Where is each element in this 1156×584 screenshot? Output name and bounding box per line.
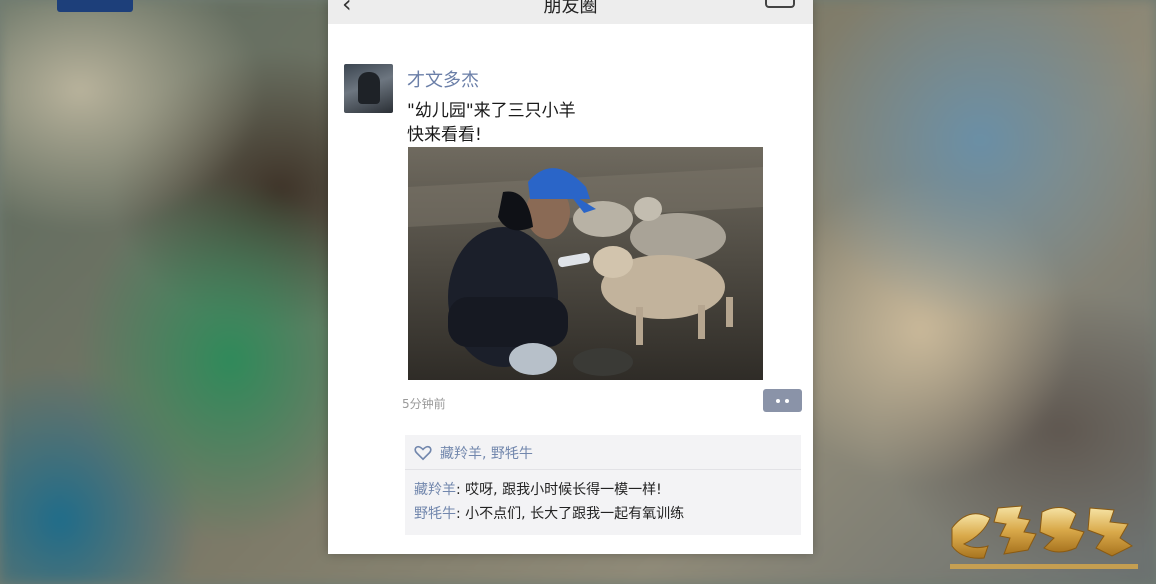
- likes-row: 藏羚羊, 野牦牛: [414, 443, 533, 463]
- post-text-line-1: "幼儿园"来了三只小羊: [407, 101, 576, 121]
- likes-names[interactable]: 藏羚羊, 野牦牛: [440, 443, 533, 463]
- comment-author[interactable]: 藏羚羊: [414, 482, 456, 498]
- camera-icon[interactable]: [765, 0, 795, 8]
- comment-text: 哎呀, 跟我小时候长得一模一样!: [465, 482, 662, 498]
- post-username[interactable]: 才文多杰: [407, 66, 479, 92]
- dots-icon: [776, 398, 780, 403]
- navigation-bar: ‹ 朋友圈: [328, 0, 813, 24]
- avatar-figure: [358, 72, 380, 104]
- moments-screen: ‹ 朋友圈 才文多杰 "幼儿园"来了三只小羊 快来看看! 5分钟前 藏羚羊, 野…: [328, 0, 813, 554]
- comment-author[interactable]: 野牦牛: [414, 506, 456, 522]
- comment-separator: :: [456, 506, 466, 522]
- avatar[interactable]: [344, 64, 393, 113]
- channel-badge: [57, 0, 133, 12]
- comment-item[interactable]: 野牦牛: 小不点们, 长大了跟我一起有氧训练: [414, 503, 684, 523]
- comment-separator: :: [456, 482, 466, 498]
- dots-icon: [785, 398, 789, 403]
- page-title: 朋友圈: [543, 0, 598, 17]
- heart-icon: [414, 445, 432, 461]
- post-text-line-2: 快来看看!: [407, 125, 482, 145]
- post-photo[interactable]: [408, 147, 763, 380]
- comment-text: 小不点们, 长大了跟我一起有氧训练: [465, 506, 685, 522]
- comments-panel: 藏羚羊, 野牦牛 藏羚羊: 哎呀, 跟我小时候长得一模一样! 野牦牛: 小不点们…: [405, 435, 801, 535]
- program-logo: [944, 488, 1144, 576]
- post-timestamp: 5分钟前: [402, 397, 446, 411]
- more-actions-button[interactable]: [763, 389, 802, 412]
- divider: [405, 469, 801, 470]
- comment-item[interactable]: 藏羚羊: 哎呀, 跟我小时候长得一模一样!: [414, 479, 662, 499]
